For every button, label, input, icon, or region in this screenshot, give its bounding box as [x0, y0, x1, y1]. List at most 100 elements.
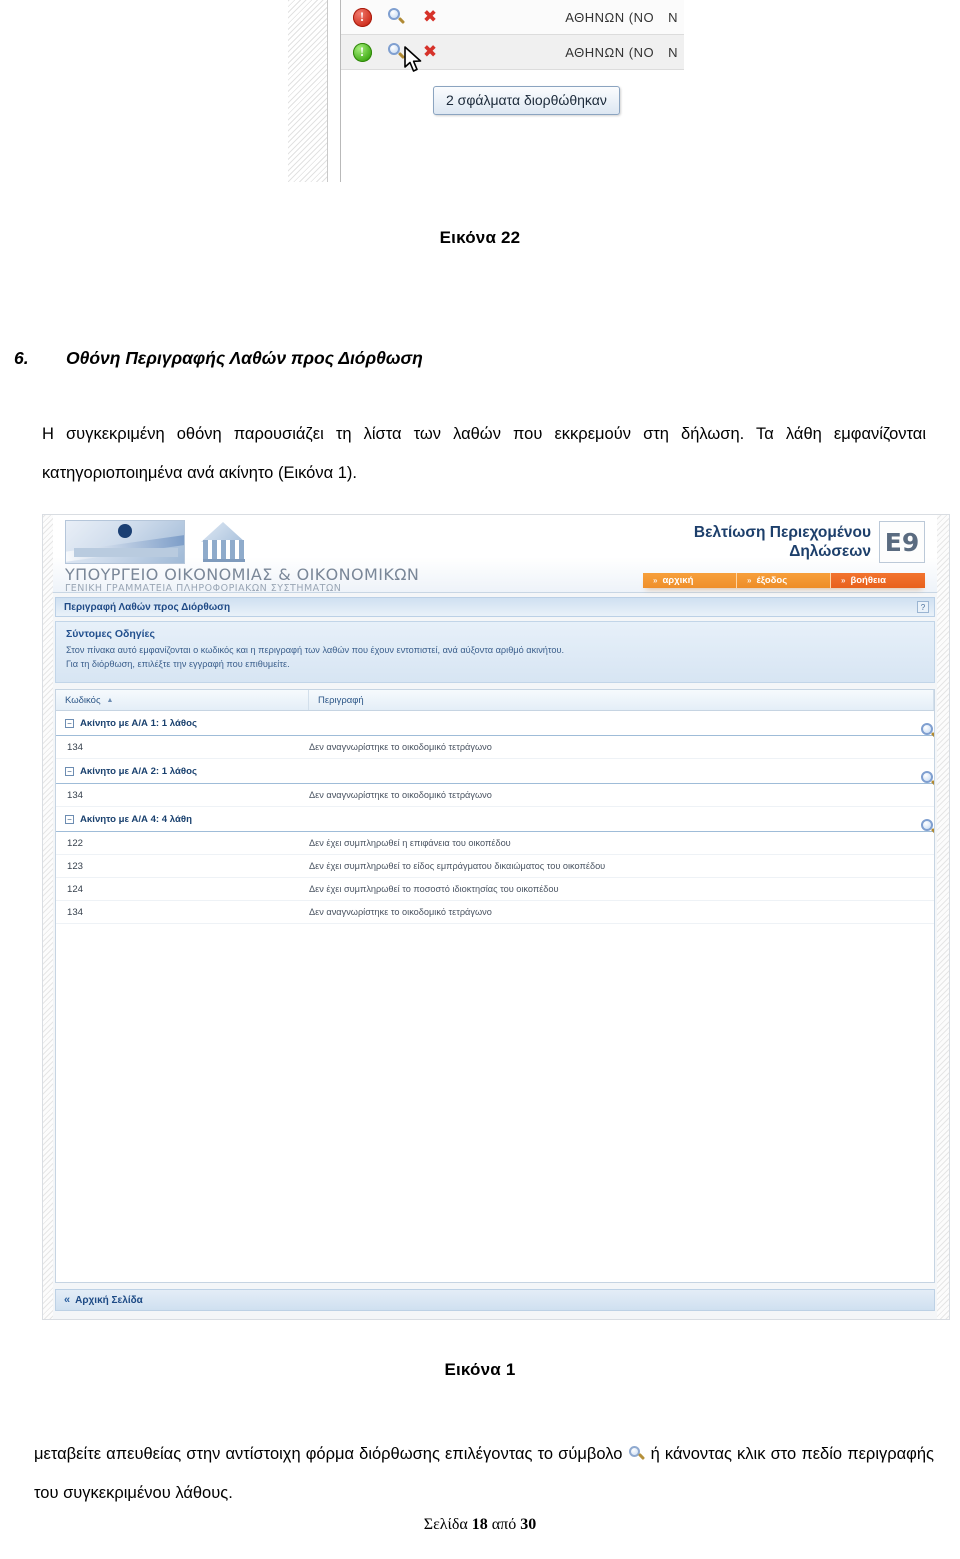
ok-circle-green-icon: !	[349, 42, 375, 62]
table-row[interactable]: 134 Δεν αναγνωρίστηκε το οικοδομικό τετρ…	[56, 736, 934, 759]
cell-code: 122	[67, 837, 84, 849]
app-hatch-left	[43, 515, 53, 1319]
paragraph-instructions-before: μεταβείτε απευθείας στην αντίστοιχη φόρμ…	[34, 1445, 623, 1463]
nav-item-help-label: βοήθεια	[850, 575, 886, 586]
app-title: Βελτίωση Περιεχομένου Δηλώσεων	[694, 523, 871, 561]
errors-grid: Κωδικός ▲ Περιγραφή − Ακίνητο με Α/Α 1: …	[55, 689, 935, 1283]
page-footer-current: 18	[471, 1516, 488, 1533]
group-row[interactable]: − Ακίνητο με Α/Α 4: 4 λάθη	[56, 807, 934, 836]
logo-group	[65, 520, 253, 566]
group-row-label: Ακίνητο με Α/Α 2: 1 λάθος	[80, 765, 197, 777]
delete-x-icon[interactable]: ✖	[417, 8, 443, 26]
page-title: Περιγραφή Λαθών προς Διόρθωση	[64, 601, 231, 613]
section-heading: 6. Οθόνη Περιγραφής Λαθών προς Διόρθωση	[14, 348, 914, 369]
magnifier-icon[interactable]	[383, 8, 409, 26]
gsis-logo-icon	[195, 520, 253, 566]
cell-code: 134	[67, 741, 84, 753]
row-col2: Ν	[668, 9, 678, 25]
cell-description[interactable]: Δεν έχει συμπληρωθεί το ποσοστό ιδιοκτησ…	[309, 884, 934, 894]
nav-item-exit[interactable]: » έξοδος	[737, 573, 831, 588]
table-row[interactable]: ! ✖ ΑΘΗΝΩΝ (ΝΟ Ν	[341, 0, 684, 35]
cell-description[interactable]: Δεν έχει συμπληρωθεί το είδος εμπράγματο…	[309, 861, 934, 871]
e9-badge: E9	[879, 521, 925, 563]
footer-home-link-label: Αρχική Σελίδα	[75, 1294, 143, 1306]
ministry-logo-icon	[65, 520, 185, 564]
page-footer-total: 30	[520, 1516, 537, 1533]
app-footer: « Αρχική Σελίδα	[55, 1289, 935, 1311]
column-header-code[interactable]: Κωδικός ▲	[56, 690, 309, 710]
group-row-label: Ακίνητο με Α/Α 1: 1 λάθος	[80, 717, 197, 729]
table-row[interactable]: 124 Δεν έχει συμπληρωθεί το ποσοστό ιδιο…	[56, 878, 934, 901]
row-text: ΑΘΗΝΩΝ (ΝΟ Ν	[565, 10, 678, 25]
app-hatch-right	[937, 515, 949, 1319]
paragraph-instructions: μεταβείτε απευθείας στην αντίστοιχη φόρμ…	[34, 1435, 934, 1513]
page-footer-middle: από	[491, 1516, 517, 1533]
figure-caption-22: Εικόνα 22	[439, 228, 521, 247]
figure-22-screenshot: ! ✖ ΑΘΗΝΩΝ (ΝΟ Ν ! ✖ ΑΘΗΝΩΝ (ΝΟ Ν 2 σφάλ…	[288, 0, 684, 182]
row-text: ΑΘΗΝΩΝ (ΝΟ Ν	[565, 45, 678, 60]
row-col2: Ν	[668, 44, 678, 60]
page-footer: Σελίδα 18 από 30	[0, 1516, 960, 1534]
column-header-description[interactable]: Περιγραφή	[309, 690, 934, 710]
app-title-line1: Βελτίωση Περιεχομένου	[693, 524, 871, 541]
nav-item-home[interactable]: » αρχική	[643, 573, 737, 588]
table-row[interactable]: ! ✖ ΑΘΗΝΩΝ (ΝΟ Ν	[341, 35, 684, 70]
app-header: ΥΠΟΥΡΓΕΙΟ ΟΙΚΟΝΟΜΙΑΣ & ΟΙΚΟΝΟΜΙΚΩΝ ΓΕΝΙΚ…	[53, 515, 937, 594]
group-row-label: Ακίνητο με Α/Α 4: 4 λάθη	[80, 813, 192, 825]
nav-item-exit-label: έξοδος	[756, 575, 788, 586]
top-nav: » αρχική » έξοδος » βοήθεια	[643, 573, 925, 588]
ministry-subtitle: ΓΕΝΙΚΗ ΓΡΑΜΜΑΤΕΙΑ ΠΛΗΡΟΦΟΡΙΑΚΩΝ ΣΥΣΤΗΜΑΤ…	[65, 583, 342, 594]
group-row[interactable]: − Ακίνητο με Α/Α 2: 1 λάθος	[56, 759, 934, 788]
page-footer-prefix: Σελίδα	[423, 1516, 468, 1533]
paragraph-intro: Η συγκεκριμένη οθόνη παρουσιάζει τη λίστ…	[42, 425, 926, 482]
cell-code: 123	[67, 860, 84, 872]
row-col1: ΑΘΗΝΩΝ (ΝΟ	[565, 9, 655, 25]
sort-ascending-icon: ▲	[106, 696, 114, 704]
instructions-line-2: Για τη διόρθωση, επιλέξτε την εγγραφή πο…	[66, 659, 290, 669]
table-row[interactable]: 123 Δεν έχει συμπληρωθεί το είδος εμπράγ…	[56, 855, 934, 878]
row-col1: ΑΘΗΝΩΝ (ΝΟ	[565, 44, 655, 60]
cell-description[interactable]: Δεν αναγνωρίστηκε το οικοδομικό τετράγων…	[309, 907, 934, 917]
figure-22-hatch-edge	[288, 0, 328, 182]
tooltip-errors-corrected: 2 σφάλματα διορθώθηκαν	[433, 86, 620, 115]
application-screenshot: ΥΠΟΥΡΓΕΙΟ ΟΙΚΟΝΟΜΙΑΣ & ΟΙΚΟΝΟΜΙΚΩΝ ΓΕΝΙΚ…	[42, 514, 950, 1320]
collapse-expander-icon[interactable]: −	[65, 718, 74, 728]
nav-item-help[interactable]: » βοήθεια	[831, 573, 925, 588]
section-number: 6.	[14, 348, 29, 368]
chevron-right-icon: »	[747, 576, 752, 585]
collapse-expander-icon[interactable]: −	[65, 814, 74, 824]
chevron-right-icon: »	[653, 576, 658, 585]
magnifier-icon	[628, 1446, 645, 1461]
cell-description[interactable]: Δεν αναγνωρίστηκε το οικοδομικό τετράγων…	[309, 742, 934, 752]
figure-22-panel: ! ✖ ΑΘΗΝΩΝ (ΝΟ Ν ! ✖ ΑΘΗΝΩΝ (ΝΟ Ν 2 σφάλ…	[340, 0, 684, 182]
chevron-right-icon: »	[841, 576, 846, 585]
collapse-expander-icon[interactable]: −	[65, 766, 74, 776]
mouse-pointer-icon	[404, 46, 422, 72]
question-mark-icon[interactable]: ?	[917, 601, 929, 613]
cell-code: 134	[67, 906, 84, 918]
instructions-line-1: Στον πίνακα αυτό εμφανίζονται ο κωδικός …	[66, 645, 565, 655]
column-header-code-label: Κωδικός	[65, 694, 101, 706]
column-header-description-label: Περιγραφή	[318, 694, 364, 706]
table-row[interactable]: 134 Δεν αναγνωρίστηκε το οικοδομικό τετρ…	[56, 784, 934, 807]
table-row[interactable]: 122 Δεν έχει συμπληρωθεί η επιφάνεια του…	[56, 832, 934, 855]
cell-code: 124	[67, 883, 84, 895]
grid-header-row: Κωδικός ▲ Περιγραφή	[56, 690, 934, 711]
error-circle-red-icon: !	[349, 7, 375, 27]
double-chevron-left-icon: «	[64, 1294, 71, 1306]
section-title: Οθόνη Περιγραφής Λαθών προς Διόρθωση	[66, 348, 423, 368]
instructions-panel: Σύντομες Οδηγίες Στον πίνακα αυτό εμφανί…	[55, 621, 935, 683]
table-row[interactable]: 134 Δεν αναγνωρίστηκε το οικοδομικό τετρ…	[56, 901, 934, 924]
group-row[interactable]: − Ακίνητο με Α/Α 1: 1 λάθος	[56, 711, 934, 740]
cell-description[interactable]: Δεν αναγνωρίστηκε το οικοδομικό τετράγων…	[309, 790, 934, 800]
cell-code: 134	[67, 789, 84, 801]
footer-home-link[interactable]: « Αρχική Σελίδα	[64, 1294, 143, 1306]
nav-item-home-label: αρχική	[662, 575, 694, 586]
instructions-title: Σύντομες Οδηγίες	[66, 628, 155, 640]
page-title-bar: Περιγραφή Λαθών προς Διόρθωση ?	[55, 597, 935, 617]
figure-caption-1: Εικόνα 1	[444, 1360, 516, 1379]
cell-description[interactable]: Δεν έχει συμπληρωθεί η επιφάνεια του οικ…	[309, 838, 934, 848]
app-title-line2: Δηλώσεων	[789, 543, 871, 560]
app-title-zone: Βελτίωση Περιεχομένου Δηλώσεων E9	[694, 521, 925, 563]
ministry-title: ΥΠΟΥΡΓΕΙΟ ΟΙΚΟΝΟΜΙΑΣ & ΟΙΚΟΝΟΜΙΚΩΝ	[65, 565, 420, 584]
